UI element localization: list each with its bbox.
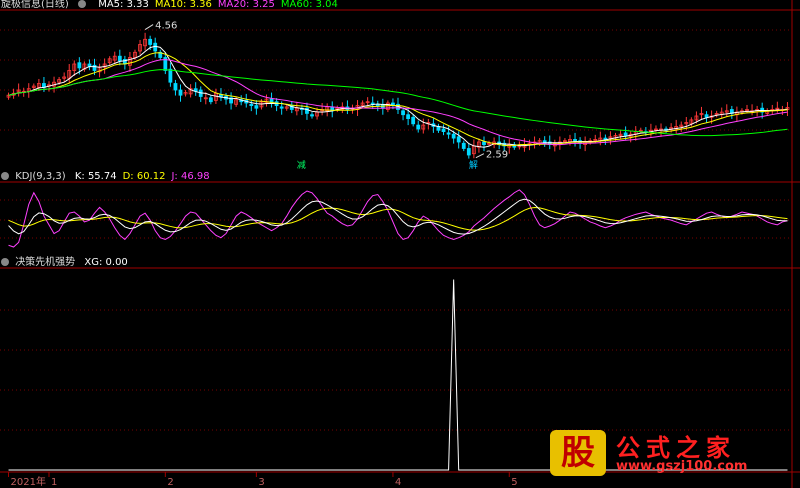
candle-body xyxy=(441,128,446,132)
legend-ma20: MA20: 3.25 xyxy=(217,0,275,10)
candle-body xyxy=(456,136,461,143)
xaxis-label: 3 xyxy=(258,477,264,488)
watermark-text: 公式之家 xyxy=(616,434,736,462)
stock-chart[interactable]: 4.56 2.59 减 解 2021年 1 2 3 4 5 xyxy=(0,0,800,488)
ma-legend: MA5: 3.33 MA10: 3.36 MA20: 3.25 MA60: 3.04 xyxy=(92,0,338,10)
candle-body xyxy=(461,142,466,149)
candle-body xyxy=(623,132,628,136)
kdj-j-line xyxy=(8,189,788,248)
candle-body xyxy=(178,89,183,96)
price-panel-header: 旋极信息(日线) MA5: 3.33 MA10: 3.36 MA20: 3.25 MA… xyxy=(1,0,338,11)
xg-title: 决策先机强势 xyxy=(15,257,76,268)
legend-d: D: 60.12 xyxy=(122,171,166,182)
marker-jian: 减 xyxy=(297,159,306,171)
candle-body xyxy=(401,110,405,116)
candle-body xyxy=(451,133,456,139)
kdj-k-line xyxy=(8,198,788,235)
stock-title: 旋极信息(日线) xyxy=(1,0,69,10)
watermark: 股 公式之家 www.gszj100.com xyxy=(550,430,778,476)
candle-body xyxy=(310,114,314,117)
settings-icon[interactable] xyxy=(78,0,86,8)
legend-ma60: MA60: 3.04 xyxy=(280,0,338,10)
candle-body xyxy=(482,141,486,145)
candle-body xyxy=(77,62,82,69)
candle-body xyxy=(254,105,259,109)
watermark-url: www.gszj100.com xyxy=(616,459,748,474)
xg-panel-header: 决策先机强势 XG: 0.00 xyxy=(1,257,128,269)
candle-body xyxy=(406,114,411,119)
marker-jiao: 解 xyxy=(469,159,478,171)
legend-k: K: 55.74 xyxy=(74,171,117,182)
xaxis-label: 2 xyxy=(167,477,173,488)
xaxis-label: 5 xyxy=(511,477,517,488)
legend-ma5: MA5: 3.33 xyxy=(98,0,149,10)
xaxis-label: 2021年 xyxy=(11,475,46,488)
xaxis-label: 4 xyxy=(395,477,401,488)
settings-icon[interactable] xyxy=(1,258,9,266)
legend-xg: XG: 0.00 xyxy=(84,257,128,268)
watermark-logo: 股 xyxy=(550,430,606,476)
candle-body xyxy=(92,64,97,71)
candle-body xyxy=(416,124,421,130)
min-label: 2.59 xyxy=(486,150,508,161)
candle-body xyxy=(208,97,213,103)
candle-body xyxy=(446,132,451,135)
kdj-legend: K: 55.74 D: 60.12 J: 46.98 xyxy=(69,171,210,182)
candle-body xyxy=(466,148,471,156)
candle-body xyxy=(249,103,254,107)
candle-body xyxy=(704,114,709,118)
legend-j: J: 46.98 xyxy=(171,171,210,182)
settings-icon[interactable] xyxy=(1,172,9,180)
xg-legend: XG: 0.00 xyxy=(78,257,127,268)
max-marker xyxy=(144,24,154,31)
xaxis-label: 1 xyxy=(51,477,57,488)
candle-body xyxy=(411,116,416,125)
candle-body xyxy=(279,106,284,109)
min-marker xyxy=(475,153,485,159)
kdj-title: KDJ(9,3,3) xyxy=(15,171,66,182)
candle-body xyxy=(148,38,153,45)
candle-body xyxy=(168,68,173,83)
kdj-panel-header: KDJ(9,3,3) K: 55.74 D: 60.12 J: 46.98 xyxy=(1,171,210,183)
candle-body xyxy=(117,55,122,62)
max-label: 4.56 xyxy=(155,21,177,32)
candle-body xyxy=(173,83,178,91)
legend-ma10: MA10: 3.36 xyxy=(154,0,212,10)
